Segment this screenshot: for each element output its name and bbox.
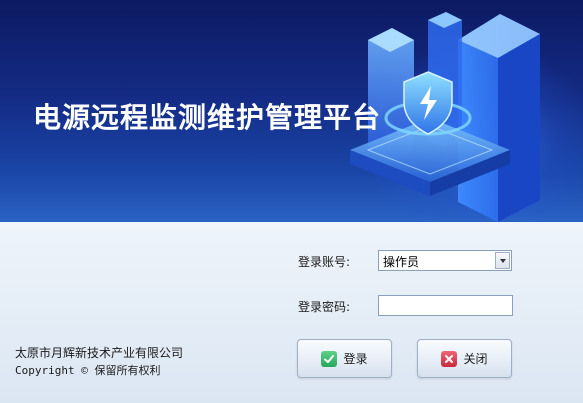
copyright-text: Copyright © 保留所有权利 — [15, 364, 161, 377]
account-select-value: 操作员 — [383, 255, 420, 269]
chevron-down-icon[interactable] — [495, 252, 510, 269]
account-select[interactable]: 操作员 — [378, 250, 512, 271]
check-icon — [321, 350, 338, 367]
login-window: 电源远程监测维护管理平台 登录账号: 操作员 登录密码: 太原市月辉新技术产业有… — [0, 0, 583, 403]
login-button[interactable]: 登录 — [297, 339, 392, 378]
close-button[interactable]: 关闭 — [417, 339, 512, 378]
app-title: 电源远程监测维护管理平台 — [33, 101, 382, 134]
password-field[interactable] — [378, 295, 513, 316]
close-button-label: 关闭 — [463, 352, 488, 366]
account-label: 登录账号: — [298, 255, 351, 269]
company-name: 太原市月辉新技术产业有限公司 — [15, 346, 184, 360]
header-banner: 电源远程监测维护管理平台 — [0, 0, 583, 222]
password-label: 登录密码: — [298, 300, 351, 314]
login-button-label: 登录 — [343, 352, 368, 366]
close-x-icon — [441, 350, 458, 367]
